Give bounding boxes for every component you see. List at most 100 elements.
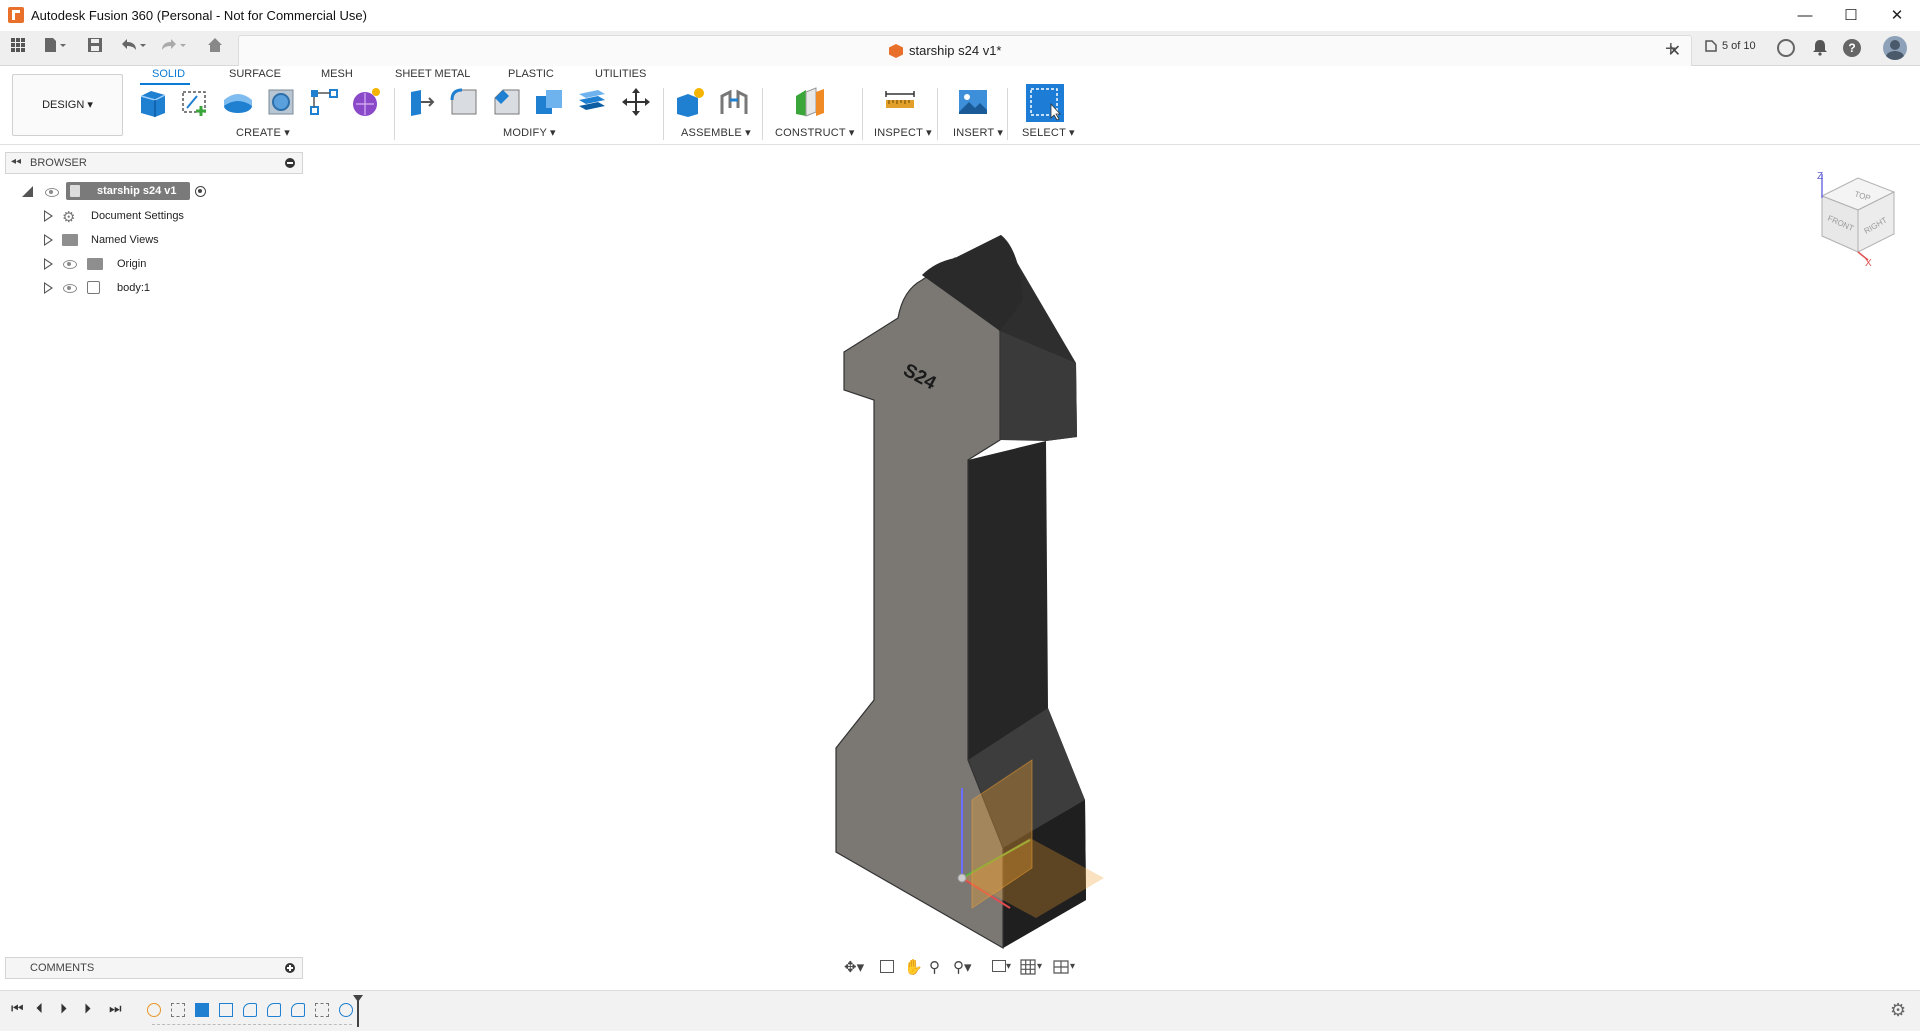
job-status-icon[interactable] (1704, 39, 1718, 53)
browser-item-named-views[interactable]: Named Views (0, 229, 300, 251)
modify-menu[interactable]: MODIFY ▾ (503, 126, 556, 139)
visibility-eye-icon[interactable] (63, 260, 77, 269)
pan-hand-icon[interactable]: ✋ (904, 958, 923, 976)
grid-settings-dropdown-icon[interactable]: ▾ (1037, 961, 1042, 972)
workspace-switcher[interactable]: DESIGN ▾ (12, 74, 123, 136)
browser-root-node[interactable]: starship s24 v1 (0, 181, 300, 203)
chamfer-icon[interactable] (491, 86, 523, 118)
model-viewport[interactable]: S24 (780, 220, 1120, 960)
clock-icon[interactable] (1777, 39, 1795, 57)
viewcube[interactable]: TOP FRONT RIGHT Z X (1810, 168, 1900, 268)
minimize-button[interactable]: — (1782, 0, 1828, 31)
tab-sheet-metal[interactable]: SHEET METAL (395, 68, 470, 80)
timeline-first-button[interactable]: ⏮ (11, 1000, 24, 1017)
document-tab[interactable]: starship s24 v1* ✕ (238, 35, 1692, 66)
timeline-extrude-icon[interactable] (219, 1003, 233, 1017)
comments-panel-header[interactable]: COMMENTS (5, 957, 303, 979)
form-icon[interactable] (350, 86, 382, 118)
extrude-icon[interactable] (222, 86, 254, 118)
fillet-icon[interactable] (448, 86, 480, 118)
create-menu[interactable]: CREATE ▾ (236, 126, 290, 139)
inspect-menu[interactable]: INSPECT ▾ (874, 126, 932, 139)
assemble-menu[interactable]: ASSEMBLE ▾ (681, 126, 751, 139)
measure-icon[interactable] (884, 86, 916, 118)
select-tool-icon[interactable] (1026, 84, 1064, 122)
browser-item-origin[interactable]: Origin (0, 253, 300, 275)
hole-icon[interactable] (265, 86, 297, 118)
construct-menu[interactable]: CONSTRUCT ▾ (775, 126, 855, 139)
fit-window-icon[interactable]: ⚲▾ (953, 958, 972, 976)
expand-triangle-icon[interactable] (44, 282, 53, 294)
tab-solid[interactable]: SOLID (152, 68, 185, 80)
pattern-icon[interactable] (308, 86, 340, 118)
browser-item-body[interactable]: body:1 (0, 277, 300, 299)
viewports-icon[interactable] (1053, 959, 1069, 978)
timeline-extrude-icon[interactable] (195, 1003, 209, 1017)
browser-item-label[interactable]: Document Settings (91, 210, 184, 222)
add-comment-icon[interactable] (285, 963, 295, 973)
expand-triangle-icon[interactable] (44, 234, 53, 246)
app-grid-icon[interactable] (8, 37, 28, 59)
browser-panel-header[interactable]: ◂◂ BROWSER (5, 152, 303, 174)
insert-image-icon[interactable] (957, 86, 989, 118)
visibility-eye-icon[interactable] (45, 188, 59, 197)
tab-mesh[interactable]: MESH (321, 68, 353, 80)
expand-triangle-icon[interactable] (44, 258, 53, 270)
timeline-next-button[interactable]: ⏵ (84, 1000, 91, 1017)
user-avatar[interactable] (1883, 36, 1907, 60)
root-node-label[interactable]: starship s24 v1 (97, 185, 177, 197)
offset-face-icon[interactable] (576, 86, 608, 118)
timeline-component-icon[interactable] (147, 1003, 161, 1017)
insert-menu[interactable]: INSERT ▾ (953, 126, 1003, 139)
timeline-prev-button[interactable]: ⏴ (36, 1000, 43, 1017)
browser-item-document-settings[interactable]: ⚙ Document Settings (0, 205, 300, 227)
timeline-last-button[interactable]: ⏭ (109, 1000, 122, 1017)
select-menu[interactable]: SELECT ▾ (1022, 126, 1075, 139)
timeline-fillet-icon[interactable] (243, 1003, 257, 1017)
redo-icon[interactable] (158, 37, 188, 59)
expand-triangle-icon[interactable] (44, 210, 53, 222)
new-component-icon[interactable] (137, 86, 169, 118)
tab-utilities[interactable]: UTILITIES (595, 68, 646, 80)
visibility-eye-icon[interactable] (63, 284, 77, 293)
file-menu-icon[interactable] (40, 37, 70, 59)
display-settings-icon[interactable] (992, 960, 1006, 972)
timeline-emboss-icon[interactable] (339, 1003, 353, 1017)
combine-icon[interactable] (533, 86, 565, 118)
help-icon[interactable]: ? (1843, 39, 1861, 57)
collapse-panel-icon[interactable]: ◂◂ (11, 156, 21, 167)
viewports-dropdown-icon[interactable]: ▾ (1070, 961, 1075, 972)
display-settings-dropdown-icon[interactable]: ▾ (1006, 961, 1011, 972)
notification-bell-icon[interactable] (1811, 38, 1829, 59)
grid-settings-icon[interactable] (1020, 959, 1036, 978)
undo-icon[interactable] (118, 37, 148, 59)
timeline-sketch-icon[interactable] (315, 1003, 329, 1017)
close-window-button[interactable]: ✕ (1874, 0, 1920, 31)
look-at-icon[interactable] (880, 960, 894, 973)
timeline-settings-gear-icon[interactable]: ⚙ (1890, 1000, 1906, 1021)
timeline-play-button[interactable]: ⏵ (60, 1000, 67, 1017)
save-icon[interactable] (84, 37, 106, 59)
orbit-icon[interactable]: ✥▾ (844, 958, 864, 976)
pin-panel-icon[interactable] (285, 158, 295, 168)
joint-icon[interactable] (718, 86, 750, 118)
activate-radio-icon[interactable] (195, 186, 206, 197)
tab-surface[interactable]: SURFACE (229, 68, 281, 80)
offset-plane-icon[interactable] (794, 86, 826, 118)
browser-item-label[interactable]: Origin (117, 258, 146, 270)
browser-item-label[interactable]: Named Views (91, 234, 159, 246)
timeline-sketch-icon[interactable] (171, 1003, 185, 1017)
timeline-fillet-icon[interactable] (291, 1003, 305, 1017)
create-sketch-icon[interactable] (179, 86, 211, 118)
move-copy-icon[interactable] (620, 86, 652, 118)
timeline-fillet-icon[interactable] (267, 1003, 281, 1017)
new-tab-button[interactable]: + (1665, 38, 1677, 61)
origin-point[interactable] (957, 873, 967, 883)
browser-item-label[interactable]: body:1 (117, 282, 150, 294)
maximize-button[interactable]: ☐ (1828, 0, 1874, 31)
zoom-icon[interactable]: ⚲ (929, 958, 940, 976)
tab-plastic[interactable]: PLASTIC (508, 68, 554, 80)
collapse-triangle-icon[interactable] (22, 186, 33, 197)
press-pull-icon[interactable] (405, 86, 437, 118)
timeline-marker-handle-icon[interactable] (353, 995, 363, 1002)
